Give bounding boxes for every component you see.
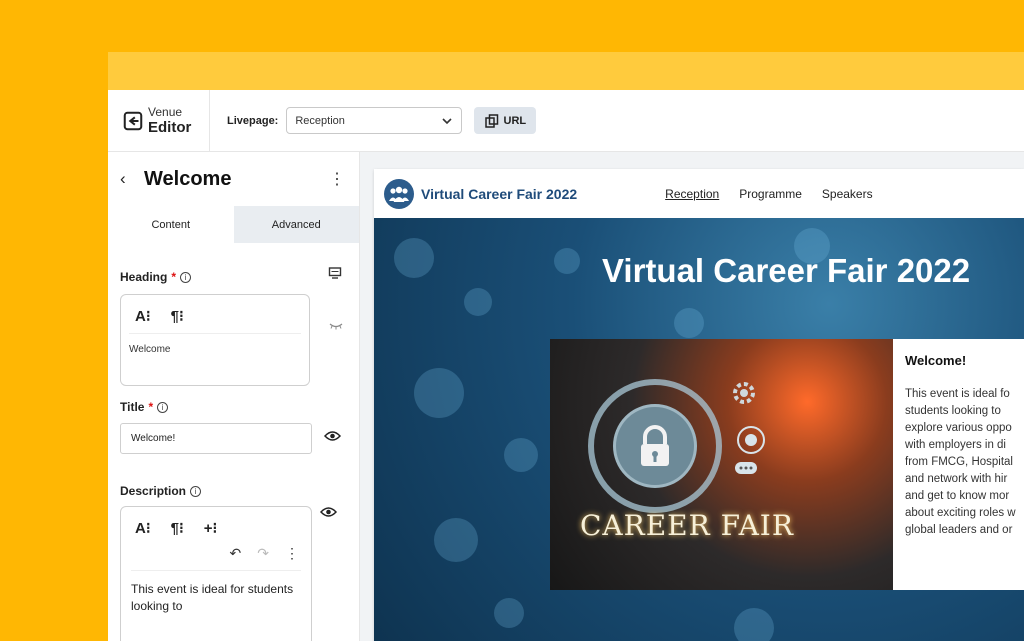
panel-title: Welcome bbox=[144, 167, 232, 190]
panel-tabs: Content Advanced bbox=[108, 206, 359, 243]
live-preview: Virtual Career Fair 2022 Reception Progr… bbox=[360, 152, 1024, 641]
site-navbar: Virtual Career Fair 2022 Reception Progr… bbox=[374, 169, 1024, 218]
lock-ring-graphic bbox=[588, 379, 722, 513]
eye-icon[interactable] bbox=[324, 430, 341, 442]
required-marker: * bbox=[148, 400, 154, 414]
tab-content[interactable]: Content bbox=[108, 206, 234, 243]
description-label-text: Description bbox=[120, 484, 187, 498]
info-icon[interactable]: i bbox=[190, 485, 202, 497]
history-toolbar: ↶ ↷ ⋮ bbox=[121, 545, 311, 570]
nav-link-programme[interactable]: Programme bbox=[739, 187, 802, 201]
url-button-label: URL bbox=[503, 114, 527, 127]
bokeh-decoration bbox=[414, 368, 464, 418]
nav-link-speakers[interactable]: Speakers bbox=[822, 187, 873, 201]
preview-page: Virtual Career Fair 2022 Reception Progr… bbox=[374, 169, 1024, 641]
lock-icon bbox=[613, 404, 697, 488]
font-size-icon[interactable]: A⁝ bbox=[135, 307, 151, 325]
hero-title: Virtual Career Fair 2022 bbox=[602, 252, 971, 289]
info-icon[interactable]: i bbox=[180, 271, 192, 283]
insert-icon[interactable]: +⁝ bbox=[204, 519, 218, 537]
livepage-label: Livepage: bbox=[227, 114, 279, 127]
heading-toolbar: A⁝ ¶⁝ bbox=[121, 295, 309, 333]
window-titlebar bbox=[108, 52, 1024, 90]
required-marker: * bbox=[171, 270, 177, 284]
exit-icon[interactable] bbox=[122, 110, 144, 132]
editor-window: Venue Editor Livepage: Reception URL ‹ W… bbox=[108, 52, 1024, 641]
site-name: Virtual Career Fair 2022 bbox=[421, 185, 578, 202]
bokeh-decoration bbox=[464, 288, 492, 316]
paragraph-icon[interactable]: ¶⁝ bbox=[171, 519, 184, 537]
copy-icon bbox=[484, 113, 498, 128]
welcome-card-body: This event is ideal fo students looking … bbox=[905, 388, 1016, 536]
bokeh-decoration bbox=[734, 608, 774, 641]
settings-panel: ‹ Welcome ⋮ Content Advanced Heading * i bbox=[108, 152, 360, 641]
eye-icon[interactable] bbox=[320, 506, 337, 518]
desktop-icon[interactable] bbox=[328, 266, 342, 280]
more-vertical-icon[interactable]: ⋮ bbox=[285, 545, 299, 562]
message-dots-icon bbox=[735, 462, 757, 474]
url-button[interactable]: URL bbox=[474, 107, 537, 134]
nav-link-reception[interactable]: Reception bbox=[665, 187, 719, 201]
venue-editor-brand[interactable]: Venue Editor bbox=[108, 90, 210, 151]
chat-bubble-icon bbox=[737, 426, 765, 454]
gear-icon bbox=[733, 382, 755, 404]
welcome-card-heading: Welcome! bbox=[905, 353, 967, 368]
welcome-card: Welcome! This event is ideal fo students… bbox=[893, 339, 1024, 590]
panel-header: ‹ Welcome ⋮ bbox=[108, 152, 359, 206]
brand-venue-text: Venue bbox=[148, 105, 183, 119]
tab-advanced[interactable]: Advanced bbox=[233, 206, 359, 243]
undo-icon[interactable]: ↶ bbox=[230, 545, 242, 562]
bokeh-decoration bbox=[494, 598, 524, 628]
bokeh-decoration bbox=[504, 438, 538, 472]
heading-value[interactable]: Welcome bbox=[129, 333, 301, 365]
bokeh-decoration bbox=[394, 238, 434, 278]
description-label: Description i bbox=[120, 484, 202, 498]
livepage-select-value: Reception bbox=[295, 114, 345, 127]
brand-editor-text: Editor bbox=[148, 119, 192, 136]
title-label-text: Title bbox=[120, 400, 145, 414]
bokeh-decoration bbox=[674, 308, 704, 338]
career-fair-text: CAREER FAIR bbox=[580, 509, 794, 542]
hero-section: Virtual Career Fair 2022 CAREER FAIR Wel… bbox=[374, 218, 1024, 641]
title-label: Title * i bbox=[120, 400, 169, 414]
livepage-select[interactable]: Reception bbox=[286, 107, 463, 134]
heading-label: Heading * i bbox=[120, 270, 192, 284]
chevron-down-icon bbox=[442, 117, 452, 124]
title-input-value: Welcome! bbox=[131, 433, 176, 444]
font-size-icon[interactable]: A⁝ bbox=[135, 519, 151, 537]
heading-label-text: Heading bbox=[120, 270, 168, 284]
info-icon[interactable]: i bbox=[157, 401, 169, 413]
career-fair-image: CAREER FAIR bbox=[550, 339, 893, 590]
bokeh-decoration bbox=[434, 518, 478, 562]
title-input[interactable]: Welcome! bbox=[120, 423, 312, 454]
hidden-eye-icon[interactable] bbox=[329, 322, 343, 330]
top-bar: Venue Editor Livepage: Reception URL bbox=[108, 90, 1024, 152]
description-text[interactable]: This event is ideal for students looking… bbox=[131, 570, 301, 615]
people-icon bbox=[384, 178, 414, 209]
back-chevron-icon[interactable]: ‹ bbox=[120, 169, 144, 189]
bokeh-decoration bbox=[554, 248, 580, 274]
more-vertical-icon[interactable]: ⋮ bbox=[329, 169, 345, 189]
paragraph-icon[interactable]: ¶⁝ bbox=[171, 307, 184, 325]
description-editor[interactable]: A⁝ ¶⁝ +⁝ ↶ ↷ ⋮ This event is ideal for s… bbox=[120, 506, 312, 641]
heading-editor[interactable]: A⁝ ¶⁝ Welcome bbox=[120, 294, 310, 386]
description-toolbar: A⁝ ¶⁝ +⁝ bbox=[121, 507, 311, 545]
site-nav-links: Reception Programme Speakers bbox=[665, 187, 872, 201]
redo-icon[interactable]: ↷ bbox=[257, 545, 269, 562]
